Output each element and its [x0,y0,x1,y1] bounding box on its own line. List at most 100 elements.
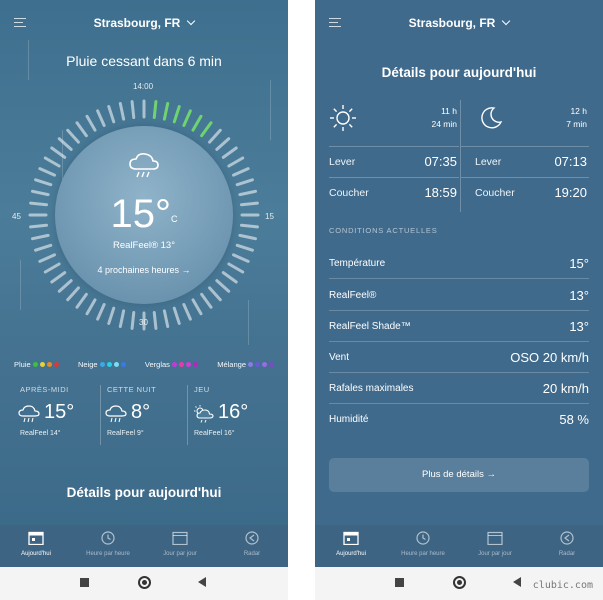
chevron-down-icon [187,16,196,26]
legend-swatch [269,362,274,367]
dial-tick [75,292,88,309]
back-icon[interactable] [198,577,206,587]
dial-tick [191,114,203,132]
details-screen: Strasbourg, FR Détails pour aujourd'hui … [315,0,603,525]
legend-swatch [248,362,253,367]
dial-tick [232,167,250,177]
dial-tick [130,100,136,120]
rain-cloud-icon [105,405,127,423]
dial-tick [200,121,213,138]
legend-item: Mélange [217,360,274,370]
clock-icon [416,531,430,545]
dial-tick [215,279,231,293]
phone-screen-today: Strasbourg, FR Pluie cessant dans 6 min … [0,0,288,600]
current-temperature: 15°C [110,192,178,236]
legend-swatch [185,362,191,367]
dial-tick [57,279,73,293]
dial-tick [215,137,231,151]
forecast-tonight[interactable]: CETTE NUIT 8° RealFeel 9° [100,385,187,445]
back-icon[interactable] [513,577,521,587]
dial-tick [172,306,181,325]
forecast-afternoon[interactable]: APRÈS-MIDI 15° RealFeel 14° [14,385,100,445]
dial-tick [38,167,56,177]
forecast-thursday[interactable]: JEU 16° RealFeel 16° [187,385,274,445]
moon-icon [481,107,503,129]
forecast-summary: APRÈS-MIDI 15° RealFeel 14° CETTE NUIT 8… [14,385,274,445]
bottom-tab-bar: Aujourd'hui Heure par heure Jour par jou… [315,525,603,567]
tab-radar[interactable]: Radar [216,525,288,567]
sun-icon [330,105,356,131]
rain-cloud-icon [18,405,40,423]
dial-tick [107,105,116,124]
dial-tick [118,101,126,121]
tab-today[interactable]: Aujourd'hui [315,525,387,567]
clock-icon [101,531,115,545]
home-icon[interactable] [138,576,151,589]
legend-swatch [46,362,52,367]
legend-swatch [32,362,38,367]
dial-tick [182,303,192,321]
next-hours-link[interactable]: 4 prochaines heures → [0,265,288,275]
precipitation-message: Pluie cessant dans 6 min [66,53,222,69]
dial-tick [130,310,136,330]
moonrise-row: Lever 07:13 [461,146,589,176]
dial-tick [85,298,97,316]
dial-tick [208,286,222,302]
location-selector[interactable]: Strasbourg, FR [315,16,603,30]
android-nav-bar [0,567,288,600]
legend-item: Pluie [14,360,59,370]
details-heading[interactable]: Détails pour aujourd'hui [0,485,288,500]
legend-item: Neige [78,360,126,370]
moon-duration: 12 h7 min [566,106,587,129]
dial-tick [50,146,67,159]
legend-swatch [106,362,112,367]
location-selector[interactable]: Strasbourg, FR [0,16,288,30]
dial-tick [96,303,106,321]
dial-tick [66,128,80,144]
dial-tick [235,178,254,187]
dial-tick [107,306,116,325]
tab-daily[interactable]: Jour par jour [144,525,216,567]
legend-swatch [255,362,260,367]
dial-tick [232,253,250,263]
dial-tick [208,128,222,144]
recent-apps-icon[interactable] [395,578,404,587]
tab-hourly[interactable]: Heure par heure [387,525,459,567]
dial-tick [57,137,73,151]
sunrise-row: Lever 07:35 [329,146,459,176]
calendar-today-icon [28,531,44,546]
sun-panel: 11 h 24 min Lever 07:35 Coucher 18:59 [329,100,459,212]
recent-apps-icon[interactable] [80,578,89,587]
calendar-icon [172,531,188,546]
legend-swatch [53,362,59,367]
condition-row: RealFeel Shade™ 13° [329,311,589,342]
legend-swatch [192,362,198,367]
legend-swatch [262,362,267,367]
dial-tick [66,286,80,302]
dial-tick [75,121,88,138]
more-details-button[interactable]: Plus de détails → [329,458,589,492]
precipitation-legend: Pluie Neige Verglas Mélange [14,360,274,370]
dial-tick [85,114,97,132]
header: Strasbourg, FR [0,0,288,46]
watermark: clubic.com [532,580,593,591]
calendar-icon [487,531,503,546]
tab-daily[interactable]: Jour par jour [459,525,531,567]
dial-tick [172,105,181,124]
dial-tick [152,100,158,120]
bottom-tab-bar: Aujourd'hui Heure par heure Jour par jou… [0,525,288,567]
dial-tick [221,146,238,159]
condition-row: Vent OSO 20 km/h [329,342,589,373]
condition-row: Température 15° [329,248,589,279]
tab-hourly[interactable]: Heure par heure [72,525,144,567]
realfeel-value: RealFeel® 13° [112,240,176,251]
tab-radar[interactable]: Radar [531,525,603,567]
sunset-row: Coucher 18:59 [329,177,459,207]
home-icon[interactable] [453,576,466,589]
dial-tick [43,156,61,168]
dial-tick [96,109,106,127]
tab-today[interactable]: Aujourd'hui [0,525,72,567]
dial-tick [152,310,158,330]
condition-row: RealFeel® 13° [329,280,589,311]
moonset-row: Coucher 19:20 [461,177,589,207]
